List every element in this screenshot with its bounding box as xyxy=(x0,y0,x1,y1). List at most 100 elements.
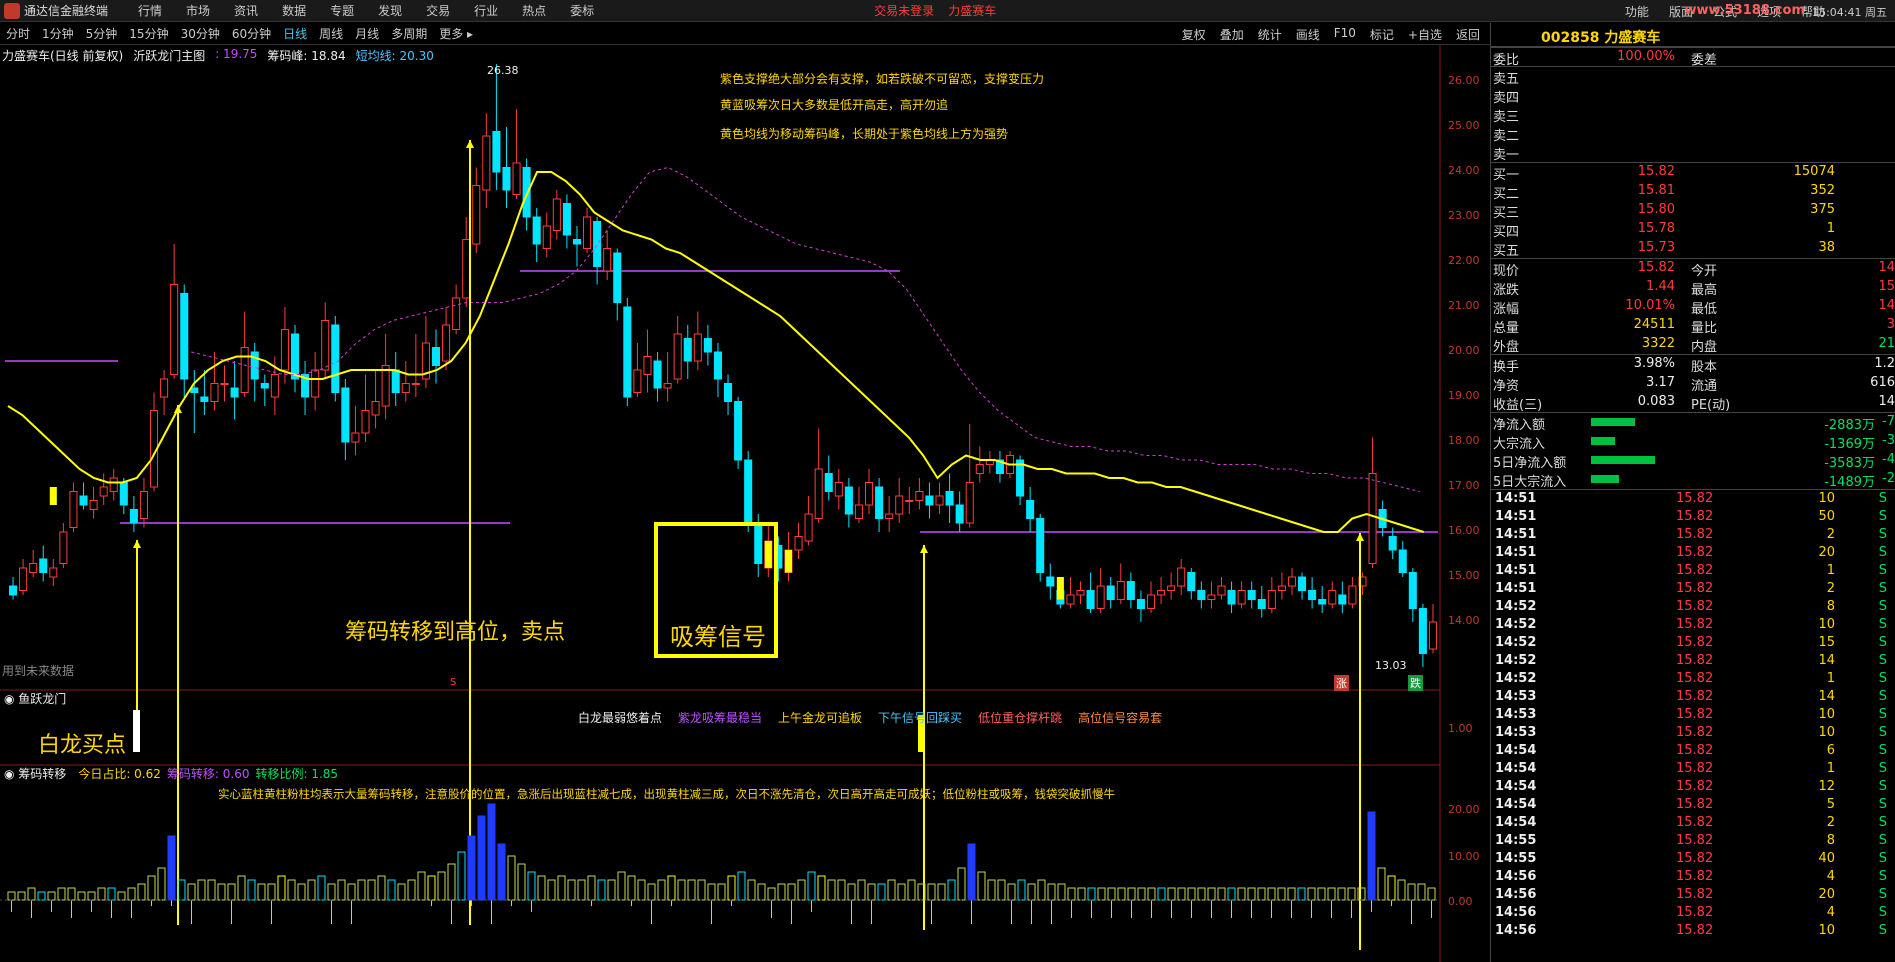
menu-item-hot[interactable]: 热点 xyxy=(522,2,546,19)
candle-body xyxy=(1398,549,1407,573)
tool-mark[interactable]: 标记 xyxy=(1370,26,1394,43)
candle-body xyxy=(633,369,642,393)
zhang-badge: 涨 xyxy=(1334,675,1349,691)
volume-bar xyxy=(937,883,946,901)
stats-row: 涨跌 1.44 最高 15 xyxy=(1491,278,1895,298)
stat-value-2: 21 xyxy=(1878,336,1895,351)
tick-side: S xyxy=(1878,491,1887,506)
panel-yuyue-title-text[interactable]: 鱼跃龙门 xyxy=(18,692,66,706)
panel-chip-title-text: 筹码转移 xyxy=(18,767,67,781)
candle-body xyxy=(462,239,471,299)
menu-item-topics[interactable]: 专题 xyxy=(330,2,354,19)
candle-body xyxy=(311,369,320,398)
stats-row: 总量 24511 量比 3 xyxy=(1491,316,1895,336)
flow-label: 5日净流入额 xyxy=(1493,456,1567,471)
menu-item-market[interactable]: 市场 xyxy=(186,2,210,19)
tool-back[interactable]: 返回 xyxy=(1456,26,1480,43)
tick-list[interactable]: 14:51 15.82 10 S 14:51 15.82 50 S 14:51 15.82 2 S 14… xyxy=(1491,489,1895,940)
volume-bar xyxy=(177,879,186,901)
bid-row[interactable]: 买五 15.73 38 xyxy=(1491,239,1895,259)
period-1min[interactable]: 1分钟 xyxy=(42,25,74,42)
tick-row: 14:51 15.82 2 S xyxy=(1491,526,1895,544)
current-stock-alert[interactable]: 力盛赛车 xyxy=(948,2,996,19)
chart-indicator-name[interactable]: 沂跃龙门主图 xyxy=(133,47,205,64)
ask-label: 卖五 xyxy=(1493,72,1520,87)
period-tick[interactable]: 分时 xyxy=(6,25,30,42)
period-30min[interactable]: 30分钟 xyxy=(181,25,220,42)
tick-row: 14:54 15.82 6 S xyxy=(1491,742,1895,760)
period-day[interactable]: 日线 xyxy=(283,25,307,42)
tick-side: S xyxy=(1878,689,1887,704)
absorb-candle xyxy=(784,550,792,573)
tool-stats[interactable]: 统计 xyxy=(1258,26,1282,43)
tick-price: 15.82 xyxy=(1676,725,1714,740)
menu-function[interactable]: 功能 xyxy=(1625,3,1649,20)
period-multi[interactable]: 多周期 xyxy=(391,25,427,42)
candle-body xyxy=(492,131,501,173)
absorb-candle xyxy=(1056,577,1064,600)
panel-chip-axis-20: 20.00 xyxy=(1448,803,1480,816)
tick-time: 14:52 xyxy=(1495,635,1537,650)
period-month[interactable]: 月线 xyxy=(355,25,379,42)
trade-login-alert[interactable]: 交易未登录 xyxy=(874,2,934,19)
candle-body xyxy=(673,333,682,380)
volume-bar xyxy=(517,863,526,901)
stat-label-2: 量比 xyxy=(1691,321,1718,336)
tool-f10[interactable]: F10 xyxy=(1334,26,1356,43)
bid-row[interactable]: 买三 15.80 375 xyxy=(1491,201,1895,221)
volume-bar xyxy=(1257,887,1266,901)
kline-chart[interactable] xyxy=(0,45,1490,962)
candle-body xyxy=(1106,585,1115,600)
candle-body xyxy=(260,383,269,389)
tick-time: 14:52 xyxy=(1495,617,1537,632)
menu-item-trade[interactable]: 交易 xyxy=(426,2,450,19)
tick-time: 14:51 xyxy=(1495,563,1537,578)
panel-chip-title[interactable]: ◉ 筹码转移 xyxy=(4,765,66,782)
quote-stock-code[interactable]: 002858 力盛赛车 xyxy=(1491,23,1895,47)
tool-adjust[interactable]: 复权 xyxy=(1182,26,1206,43)
volume-bar xyxy=(1377,867,1386,901)
volume-bar xyxy=(587,875,596,901)
volume-bar xyxy=(297,883,306,901)
candle-body xyxy=(170,284,179,375)
period-60min[interactable]: 60分钟 xyxy=(232,25,271,42)
tick-time: 14:53 xyxy=(1495,689,1537,704)
tool-overlay[interactable]: 叠加 xyxy=(1220,26,1244,43)
legend-gold-dragon: 上午金龙可追板 xyxy=(778,711,863,725)
period-week[interactable]: 周线 xyxy=(319,25,343,42)
weibi-value: 100.00% xyxy=(1617,49,1675,64)
menu-item-industry[interactable]: 行业 xyxy=(474,2,498,19)
tick-row: 14:51 15.82 2 S xyxy=(1491,580,1895,598)
tool-add-watch[interactable]: +自选 xyxy=(1408,26,1442,43)
tick-side: S xyxy=(1878,905,1887,920)
volume-bar xyxy=(227,883,236,901)
flow-bar xyxy=(1591,456,1655,464)
tick-row: 14:54 15.82 5 S xyxy=(1491,796,1895,814)
tick-row: 14:55 15.82 40 S xyxy=(1491,850,1895,868)
period-5min[interactable]: 5分钟 xyxy=(86,25,118,42)
stat-label: 现价 xyxy=(1493,264,1520,279)
bid-row[interactable]: 买四 15.78 1 xyxy=(1491,220,1895,240)
tick-row: 14:55 15.82 8 S xyxy=(1491,832,1895,850)
stat-value-2: 15 xyxy=(1878,279,1895,294)
volume-bar xyxy=(637,879,646,901)
menu-item-data[interactable]: 数据 xyxy=(282,2,306,19)
menu-item-orders[interactable]: 委标 xyxy=(570,2,594,19)
candle-body xyxy=(381,365,390,407)
menu-item-quotes[interactable]: 行情 xyxy=(138,2,162,19)
menu-item-discover[interactable]: 发现 xyxy=(378,2,402,19)
tool-draw[interactable]: 画线 xyxy=(1296,26,1320,43)
period-15min[interactable]: 15分钟 xyxy=(129,25,168,42)
candle-body xyxy=(1318,599,1327,605)
menu-item-news[interactable]: 资讯 xyxy=(234,2,258,19)
ask-row: 卖一 xyxy=(1491,143,1895,163)
period-more[interactable]: 更多 ▸ xyxy=(439,25,473,42)
candle-body xyxy=(905,500,914,502)
bid-row[interactable]: 买一 15.82 15074 xyxy=(1491,163,1895,183)
signal-arrow-head xyxy=(920,545,928,553)
tick-row: 14:52 15.82 8 S xyxy=(1491,598,1895,616)
tick-side: S xyxy=(1878,653,1887,668)
tick-row: 14:54 15.82 1 S xyxy=(1491,760,1895,778)
bid-row[interactable]: 买二 15.81 352 xyxy=(1491,182,1895,202)
tick-time: 14:56 xyxy=(1495,869,1537,884)
